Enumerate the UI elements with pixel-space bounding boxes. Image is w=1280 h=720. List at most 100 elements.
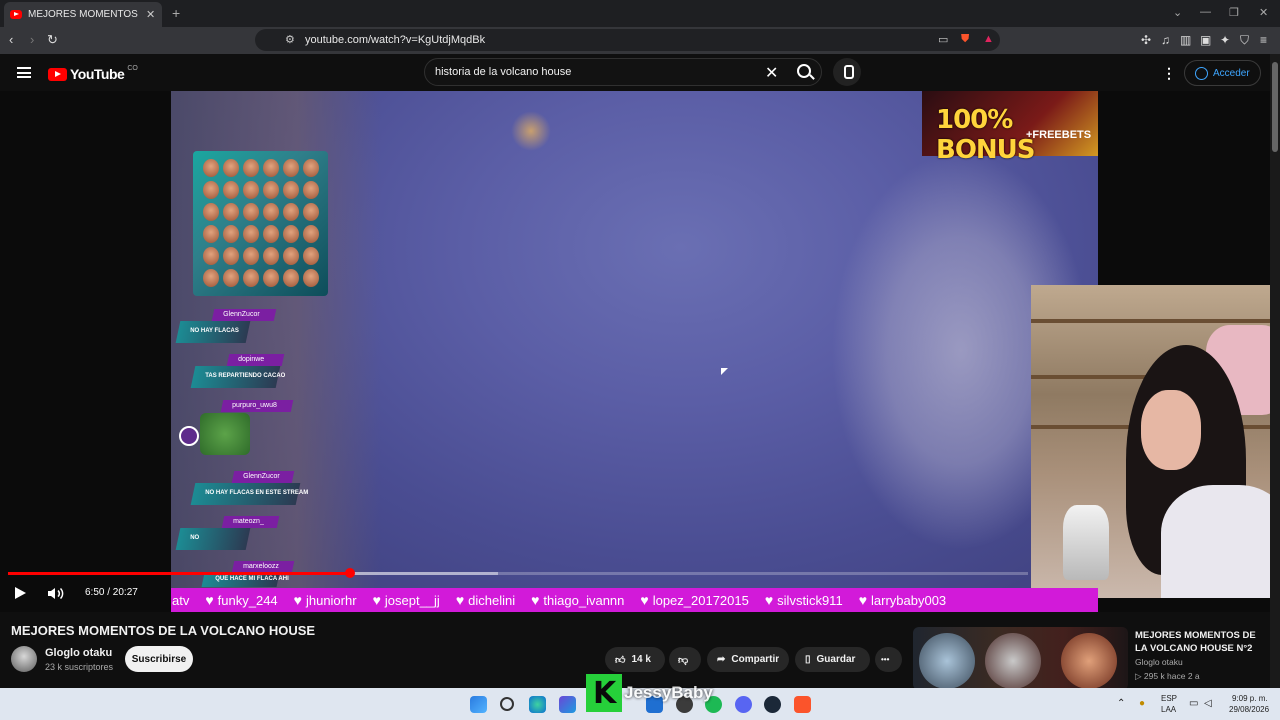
emote-face [223,247,239,265]
chat-user: GlennZucor [231,471,295,483]
time-display: 6:50 / 20:27 [85,587,138,598]
chat-message: QUE HACE MI FLACA AHI [201,573,289,587]
mouse-cursor-icon [721,368,728,375]
more-actions-button[interactable]: ••• [875,647,902,672]
sidebar-icon[interactable]: ▥ [1180,33,1191,47]
browser-menu-icon[interactable]: ≡ [1260,33,1267,47]
more-icon: ••• [881,655,890,664]
reload-icon[interactable]: ↻ [47,32,58,48]
emote-face [283,247,299,265]
thumbs-down-icon: 👎︎ [678,654,689,666]
signin-button[interactable]: Acceder [1184,60,1261,86]
chat-message: NO HAY FLACAS [175,321,251,343]
emote-face [223,159,239,177]
new-tab-button[interactable]: + [172,5,180,21]
tab-title: MEJORES MOMENTOS DE LA VO [28,9,140,20]
edge-icon[interactable] [529,696,546,713]
wallet-icon[interactable]: ▣ [1200,33,1211,47]
emote-grid [193,151,328,296]
taskbar-search-icon[interactable] [500,697,514,711]
signin-label: Acceder [1213,67,1250,79]
emote-face [203,225,219,243]
follower-alert: ♥ josept__jj [373,592,440,608]
search-icon[interactable] [797,64,811,78]
search-input[interactable]: historia de la volcano house [435,66,571,78]
hamburger-menu-icon[interactable] [17,67,31,78]
site-info-icon[interactable]: ⚙ [285,33,295,46]
recommended-video-thumbnail[interactable] [913,627,1128,690]
follower-alert-name: dichelini [468,592,516,608]
emote-face [203,181,219,199]
volume-icon[interactable] [47,587,65,600]
leo-icon[interactable]: ✦ [1220,33,1230,47]
brave-icon[interactable] [794,696,811,713]
like-button[interactable]: 👍︎ 14 k [605,647,665,672]
recommended-channel[interactable]: Gloglo otaku [1135,657,1183,667]
youtube-play-logo-icon [48,67,67,81]
recommended-video-title[interactable]: MEJORES MOMENTOS DE LA VOLCANO HOUSE N°2 [1135,629,1265,655]
start-icon[interactable] [470,696,487,713]
restore-icon[interactable]: ❐ [1229,6,1239,19]
progress-bar[interactable] [8,568,1028,578]
brave-shield-icon[interactable]: ⛊ [961,33,969,46]
save-label: Guardar [816,654,856,665]
clear-search-icon[interactable]: ✕ [765,63,778,83]
youtube-logo[interactable]: YouTube CO [48,65,138,82]
keyboard-layout[interactable]: LAA [1161,705,1176,714]
follower-alert-name: thiago_ivannn [543,592,625,608]
minimize-icon[interactable]: — [1200,6,1211,18]
heart-icon: ♥ [372,592,381,608]
discord-icon[interactable] [735,696,752,713]
tab-close-icon[interactable]: ✕ [146,8,155,21]
window-close-icon[interactable]: ✕ [1259,6,1268,19]
streamer-k-logo: K [586,674,622,712]
search-box[interactable]: historia de la volcano house ✕ [424,58,822,86]
emote-face [223,225,239,243]
tray-mic-icon[interactable]: ● [1139,698,1145,709]
media-icon[interactable]: ♫ [1161,33,1170,47]
browser-toolbar: ‹ › ↻ ▯ ⚙ youtube.com/watch?v=KgUtdjMqdB… [0,27,1280,54]
extensions-icon[interactable]: ✣ [1141,33,1151,47]
speaker-icon[interactable]: ◁ [1204,698,1212,709]
voice-search-icon[interactable] [833,58,861,86]
clock-date[interactable]: 29/08/2026 [1229,705,1269,714]
scrollbar-thumb[interactable] [1272,62,1278,152]
tray-chevron-icon[interactable]: ⌃ [1117,698,1125,709]
app-icon[interactable] [559,696,576,713]
share-button[interactable]: ➦ Compartir [707,647,789,672]
back-icon[interactable]: ‹ [9,32,13,47]
screen: { "browser": { "tab_title": "MEJORES MOM… [0,0,1280,720]
play-icon[interactable] [15,587,26,599]
settings-kebab-icon[interactable]: ⋮ [1162,65,1176,82]
channel-name[interactable]: Gloglo otaku [45,647,112,659]
clock-time[interactable]: 9:09 p. m. [1232,694,1268,703]
heart-icon: ♥ [205,592,214,608]
browser-tab-youtube[interactable]: MEJORES MOMENTOS DE LA VO ✕ [4,2,162,27]
tab-list-icon[interactable]: ⌄ [1173,6,1182,19]
emote-face [263,203,279,221]
channel-avatar[interactable] [11,646,37,672]
vpn-icon[interactable]: ⛉ [1240,33,1249,48]
brave-rewards-icon[interactable]: ▲ [983,33,994,45]
follower-alert-name: larrybaby003 [871,592,947,608]
emote-face [243,159,259,177]
emote-face [283,203,299,221]
emote-face [303,247,319,265]
follower-alert-name: silvstick911 [777,592,843,608]
cast-icon[interactable]: ▭ [938,33,948,46]
chat-user: dopinwe [226,354,285,366]
video-player[interactable]: 100% BONUS +FREEBETS GlennZucor NO HAY F… [0,91,1270,612]
steam-icon[interactable] [764,696,781,713]
emote-face [283,181,299,199]
forward-icon[interactable]: › [30,32,34,47]
subscribe-button[interactable]: Suscribirse [125,646,193,672]
page-scrollbar[interactable] [1270,54,1280,690]
emote-face [283,269,299,287]
dislike-button[interactable]: 👎︎ [669,647,701,672]
recommended-meta: ▷ 295 k hace 2 a [1135,671,1200,681]
emote-face [203,203,219,221]
address-bar[interactable]: ⚙ youtube.com/watch?v=KgUtdjMqdBk ▭ ⛊ ▲ [255,29,1000,51]
network-icon[interactable]: ▭ [1189,698,1198,709]
save-button[interactable]: ▯ Guardar [795,647,870,672]
language-code[interactable]: ESP [1161,694,1177,703]
